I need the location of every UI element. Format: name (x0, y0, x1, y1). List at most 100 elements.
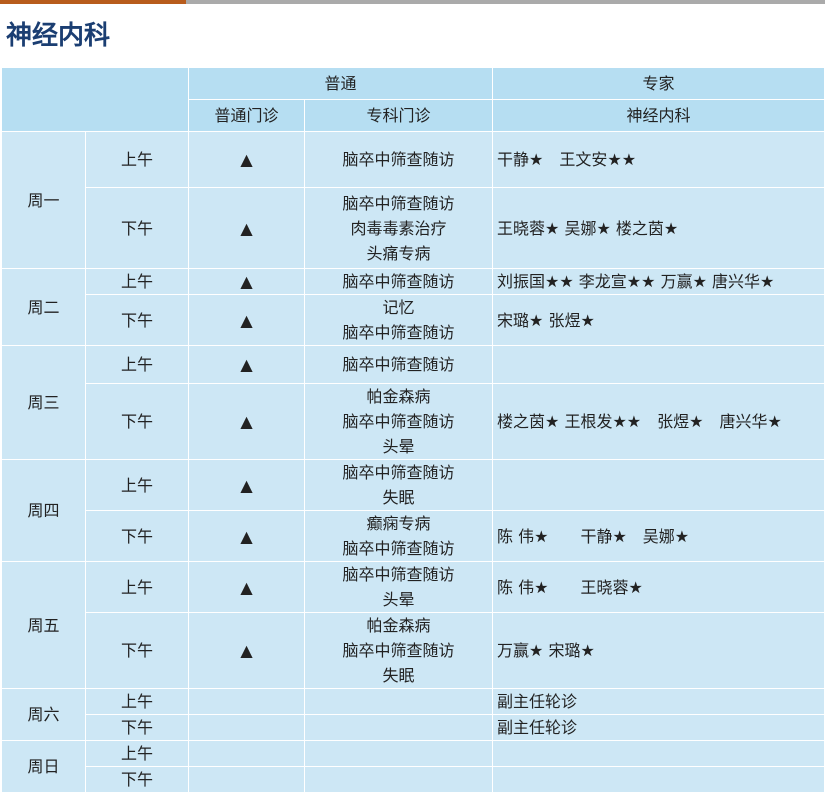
general-clinic-cell (188, 766, 305, 793)
header-col-general-clinic: 普通门诊 (188, 99, 305, 132)
special-clinic-line: 头痛专病 (366, 243, 431, 263)
table-row: 下午 (2, 766, 825, 793)
day-cell: 周四 (1, 459, 86, 562)
table-row: 周五 上午 ▲ 脑卒中筛查随访 头晕陈 伟★ 王晓蓉★ (1, 561, 825, 689)
special-clinic-line: 失眠 (382, 666, 415, 685)
general-clinic-cell: ▲ (188, 187, 305, 269)
special-clinic-cell: 帕金森病脑卒中筛查随访 失眠 (303, 612, 494, 689)
general-clinic-cell: ▲ (188, 268, 305, 295)
special-clinic-line: 脑卒中筛查随访 (342, 272, 455, 291)
special-clinic-line: 脑卒中筛查随访 (342, 193, 455, 213)
day-cell: 周五 (1, 561, 86, 689)
day-cell: 周三 (1, 345, 86, 460)
table-row: 下午 ▲ 帕金森病 脑卒中筛查随访 头晕 楼之茵★ 王根发★★ 张煜★ 唐兴华★ (2, 383, 825, 460)
expert-cell: 宋璐★ 张煜★ (492, 294, 825, 346)
period-cell: 上午 (85, 740, 189, 767)
expert-cell: 楼之茵★ 王根发★★ 张煜★ 唐兴华★ (492, 383, 825, 460)
special-clinic-line: 记忆 (382, 298, 415, 317)
top-divider (0, 0, 825, 4)
special-clinic-cell: 记忆 脑卒中筛查随访 (303, 294, 494, 346)
general-clinic-cell (188, 740, 305, 767)
expert-cell: 王晓蓉★ 吴娜★ 楼之茵★ (492, 187, 825, 269)
table-row: 下午 ▲ 记忆 脑卒中筛查随访 宋璐★ 张煜★ (2, 294, 825, 346)
header-col-special-clinic: 专科门诊 (303, 99, 494, 132)
general-clinic-cell: ▲ (188, 612, 305, 689)
period-cell: 下午 (85, 612, 189, 689)
header-group-general: 普通 (187, 67, 494, 100)
period-cell: 上午 (85, 131, 189, 188)
special-clinic-line: 脑卒中筛查随访 (342, 150, 455, 169)
day-cell: 周一 (1, 131, 86, 269)
table-row: 下午 副主任轮诊 (2, 714, 825, 741)
special-clinic-cell: 脑卒中筛查随访 肉毒毒素治疗 头痛专病 (303, 187, 494, 269)
special-clinic-cell: 脑卒中筛查随访 (303, 268, 494, 295)
general-clinic-cell: ▲ (188, 510, 305, 562)
table-row: 下午 ▲ 脑卒中筛查随访 肉毒毒素治疗 头痛专病 王晓蓉★ 吴娜★ 楼之茵★ (2, 187, 825, 269)
expert-cell: 副主任轮诊 (492, 688, 825, 715)
table-row: 周日 上午 (1, 740, 825, 793)
period-cell: 下午 (85, 766, 189, 793)
special-clinic-cell (303, 714, 494, 741)
header-group-expert: 专家 (492, 67, 825, 100)
general-clinic-cell: ▲ (188, 383, 305, 460)
special-clinic-line: 脑卒中筛查随访 (342, 641, 455, 660)
table-row: 周六 上午 副主任轮诊 (1, 688, 825, 741)
page-title: 神经内科 (6, 21, 111, 51)
special-clinic-cell: 脑卒中筛查随访 失眠 (303, 459, 494, 511)
table-row: 下午 ▲ 帕金森病 脑卒中筛查随访 失眠 万赢★ 宋璐★ (2, 612, 825, 689)
expert-cell: 陈 伟★ 干静★ 吴娜★ (492, 510, 825, 562)
period-cell: 下午 (85, 510, 189, 562)
special-clinic-cell (303, 740, 494, 767)
special-clinic-line: 脑卒中筛查随访 (342, 565, 455, 584)
special-clinic-line: 脑卒中筛查随访 (342, 355, 455, 374)
special-clinic-line: 癫痫专病 (366, 514, 431, 533)
special-clinic-cell (303, 766, 494, 793)
period-cell: 上午 (85, 459, 189, 511)
header-corner-cell (1, 67, 189, 132)
expert-cell (492, 740, 825, 767)
special-clinic-line: 失眠 (382, 488, 415, 507)
expert-cell: 万赢★ 宋璐★ (492, 612, 825, 689)
table-row: 周四 上午 ▲ 脑卒中筛查随访 失眠 (1, 459, 825, 562)
general-clinic-cell: ▲ (188, 131, 305, 188)
general-clinic-cell: ▲ (188, 294, 305, 346)
general-clinic-cell: ▲ (188, 459, 305, 511)
special-clinic-line: 头晕 (382, 590, 415, 609)
header-row-groups: 普通 专家 (1, 67, 825, 132)
day-cell: 周六 (1, 688, 86, 741)
special-clinic-cell: 脑卒中筛查随访 头晕 (303, 561, 494, 613)
period-cell: 上午 (85, 345, 189, 384)
expert-cell: 陈 伟★ 王晓蓉★ (492, 561, 825, 613)
special-clinic-cell: 脑卒中筛查随访 (303, 345, 494, 384)
period-cell: 下午 (85, 294, 189, 346)
period-cell: 下午 (85, 714, 189, 741)
special-clinic-line: 脑卒中筛查随访 (342, 539, 455, 558)
special-clinic-line: 脑卒中筛查随访 (342, 323, 455, 342)
period-cell: 下午 (85, 383, 189, 460)
expert-cell (492, 459, 825, 511)
special-clinic-cell: 帕金森病 脑卒中筛查随访 头晕 (303, 383, 494, 460)
table-row: 周三 上午 ▲ 脑卒中筛查随访 (1, 345, 825, 460)
special-clinic-line: 头晕 (382, 437, 415, 456)
general-clinic-cell (188, 714, 305, 741)
day-cell: 周二 (1, 268, 86, 346)
expert-cell: 刘振国★★ 李龙宣★★ 万赢★ 唐兴华★ (492, 268, 825, 295)
general-clinic-cell (188, 688, 305, 715)
expert-cell: 副主任轮诊 (492, 714, 825, 741)
expert-cell (492, 766, 825, 793)
special-clinic-line: 帕金森病 (366, 616, 431, 635)
general-clinic-cell: ▲ (188, 561, 305, 613)
period-cell: 上午 (85, 688, 189, 715)
period-cell: 下午 (85, 187, 189, 269)
special-clinic-cell: 癫痫专病脑卒中筛查随访 (303, 510, 494, 562)
day-cell: 周日 (1, 740, 86, 793)
special-clinic-line: 脑卒中筛查随访 (342, 463, 455, 482)
expert-cell (492, 345, 825, 384)
expert-cell: 干静★ 王文安★★ (492, 131, 825, 188)
special-clinic-line: 肉毒毒素治疗 (350, 218, 447, 238)
top-divider-accent (0, 0, 186, 4)
period-cell: 上午 (85, 268, 189, 295)
special-clinic-cell: 脑卒中筛查随访 (303, 131, 494, 188)
period-cell: 上午 (85, 561, 189, 613)
table-row: 周一 上午 ▲ 脑卒中筛查随访 干静★ 王文安★★ (1, 131, 825, 269)
